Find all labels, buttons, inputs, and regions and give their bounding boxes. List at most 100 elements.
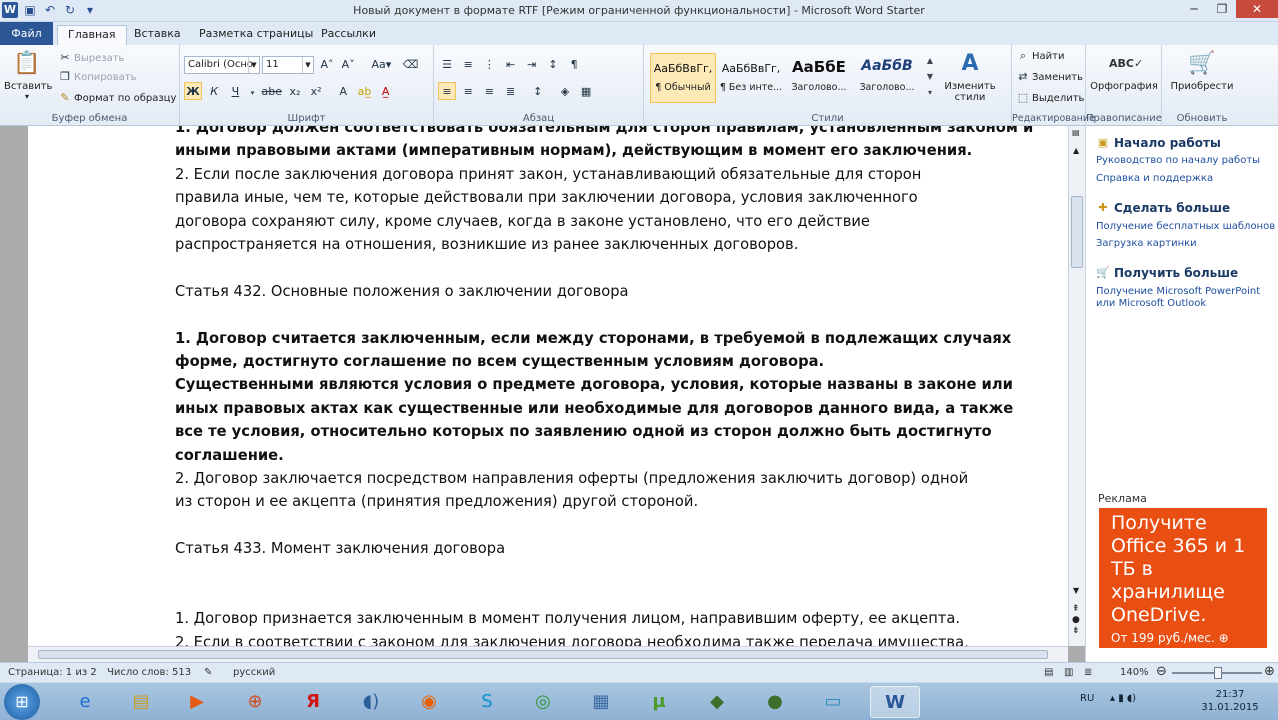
- internet-explorer-icon[interactable]: e: [60, 686, 110, 718]
- clear-formatting-icon[interactable]: ⌫: [402, 56, 420, 74]
- superscript-button[interactable]: x²: [307, 83, 325, 101]
- numbering-icon[interactable]: ≡: [459, 56, 477, 74]
- font-color-icon[interactable]: A̲: [377, 83, 395, 101]
- system-clock[interactable]: 21:37 31.01.2015: [1200, 688, 1260, 714]
- horizontal-scrollbar[interactable]: [28, 646, 1068, 662]
- tab-file[interactable]: Файл: [0, 22, 53, 45]
- link-free-templates[interactable]: Получение бесплатных шаблонов: [1096, 221, 1276, 233]
- word-taskbar-icon[interactable]: W: [870, 686, 920, 718]
- page-count[interactable]: Страница: 1 из 2: [8, 667, 97, 678]
- increase-indent-icon[interactable]: ⇥: [523, 56, 541, 74]
- document-line[interactable]: 2. Если после заключения договора принят…: [175, 163, 921, 186]
- pilcrow-icon[interactable]: ¶: [565, 56, 583, 74]
- shrink-font-icon[interactable]: A˅: [339, 56, 357, 74]
- sound-icon[interactable]: ◖): [346, 686, 396, 718]
- notes-icon[interactable]: ▭: [808, 686, 858, 718]
- style-heading-1[interactable]: АаБбЕ Заголово...: [786, 53, 852, 103]
- link-help-support[interactable]: Справка и поддержка: [1096, 173, 1276, 185]
- change-case-icon[interactable]: Аа▾: [368, 56, 394, 74]
- language-status[interactable]: русский: [233, 667, 275, 678]
- align-right-icon[interactable]: ≡: [480, 83, 498, 101]
- chrome-icon[interactable]: ◎: [518, 686, 568, 718]
- copy-button[interactable]: ❐ Копировать: [56, 68, 136, 86]
- font-size-combo[interactable]: 11 ▼: [262, 56, 314, 74]
- document-line[interactable]: распространяется на отношения, возникшие…: [175, 233, 798, 256]
- zoom-slider-thumb[interactable]: [1214, 667, 1222, 679]
- borders-icon[interactable]: ▦: [577, 83, 595, 101]
- style-normal[interactable]: АаБбВвГг, ¶ Обычный: [650, 53, 716, 103]
- zoom-out-icon[interactable]: ⊖: [1156, 664, 1167, 679]
- multilevel-list-icon[interactable]: ⋮: [480, 56, 498, 74]
- document-line[interactable]: Статья 433. Момент заключения договора: [175, 537, 505, 560]
- tray-language[interactable]: RU: [1080, 693, 1094, 704]
- document-line[interactable]: 1. Договор признается заключенным в моме…: [175, 607, 960, 630]
- file-explorer-icon[interactable]: ▤: [116, 686, 166, 718]
- decrease-indent-icon[interactable]: ⇤: [502, 56, 520, 74]
- chevron-down-icon[interactable]: ▾: [248, 84, 258, 102]
- document-line[interactable]: 2. Договор заключается посредством напра…: [175, 467, 968, 490]
- office-upload-icon[interactable]: ⊕: [230, 686, 280, 718]
- document-line[interactable]: все те условия, относительно которых по …: [175, 420, 992, 443]
- italic-button[interactable]: К: [205, 83, 223, 101]
- document-line[interactable]: иных правовых актах как существенные или…: [175, 397, 1013, 420]
- browse-object-icons[interactable]: ⇞ ● ⇟: [1072, 604, 1080, 637]
- zoom-level[interactable]: 140%: [1120, 667, 1149, 678]
- shading-icon[interactable]: ◈: [556, 83, 574, 101]
- close-button[interactable]: ✕: [1236, 0, 1278, 18]
- tray-icons[interactable]: ▴ ▮ ◖): [1110, 693, 1136, 704]
- document-line[interactable]: иными правовыми актами (императивным нор…: [175, 139, 972, 162]
- document-line[interactable]: договора сохраняют силу, кроме случаев, …: [175, 210, 870, 233]
- find-button[interactable]: ⌕ Найти: [1014, 47, 1065, 65]
- document-line[interactable]: Статья 432. Основные положения о заключе…: [175, 280, 629, 303]
- scroll-down-icon[interactable]: ▼: [1073, 586, 1079, 595]
- purchase-button[interactable]: 🛒 Приобрести: [1164, 49, 1240, 92]
- view-print-layout-icon[interactable]: ▤: [1044, 667, 1053, 678]
- view-full-screen-icon[interactable]: ▥: [1064, 667, 1073, 678]
- recorder-icon[interactable]: ●: [750, 686, 800, 718]
- ruler-toggle-icon[interactable]: ▤: [1072, 128, 1080, 137]
- select-button[interactable]: ⬚ Выделить: [1014, 89, 1085, 107]
- sort-icon[interactable]: ↕: [544, 56, 562, 74]
- line-spacing-icon[interactable]: ↕: [529, 83, 547, 101]
- firefox-icon[interactable]: ◉: [404, 686, 454, 718]
- document-line[interactable]: соглашение.: [175, 444, 284, 467]
- document-line[interactable]: 1. Договор должен соответствовать обязат…: [175, 126, 1033, 139]
- subscript-button[interactable]: x₂: [286, 83, 304, 101]
- control-panel-icon[interactable]: ▦: [576, 686, 626, 718]
- paste-button[interactable]: 📋 Вставить ▾: [4, 49, 52, 101]
- maximize-button[interactable]: ❐: [1208, 0, 1236, 18]
- zoom-in-icon[interactable]: ⊕: [1264, 664, 1275, 679]
- view-draft-icon[interactable]: ≣: [1084, 667, 1092, 678]
- text-effects-icon[interactable]: A: [334, 83, 352, 101]
- align-left-icon[interactable]: ≡: [438, 82, 456, 100]
- document-line[interactable]: форме, достигнуто соглашение по всем сущ…: [175, 350, 824, 373]
- minimize-button[interactable]: ─: [1180, 0, 1208, 18]
- game-icon[interactable]: ◆: [692, 686, 742, 718]
- document-line[interactable]: правила иные, чем те, которые действовал…: [175, 186, 918, 209]
- underline-button[interactable]: Ч: [226, 83, 244, 101]
- font-name-combo[interactable]: Calibri (Осно ▼: [184, 56, 260, 74]
- document-line[interactable]: из сторон и ее акцепта (принятия предлож…: [175, 490, 698, 513]
- proofing-status-icon[interactable]: ✎: [204, 667, 212, 678]
- strikethrough-button[interactable]: abe: [261, 83, 283, 101]
- document-page[interactable]: 1. Договор должен соответствовать обязат…: [28, 126, 1068, 662]
- format-painter-button[interactable]: ✎ Формат по образцу: [56, 89, 176, 107]
- replace-button[interactable]: ⇄ Заменить: [1014, 68, 1083, 86]
- tab-page-layout[interactable]: Разметка страницы: [189, 25, 323, 45]
- tab-insert[interactable]: Вставка: [124, 25, 191, 45]
- link-clip-art[interactable]: Загрузка картинки: [1096, 238, 1276, 250]
- styles-scroll[interactable]: ▲ ▼ ▾: [924, 53, 936, 103]
- horizontal-scroll-thumb[interactable]: [38, 650, 1048, 659]
- spelling-button[interactable]: ABC✓ Орфография: [1088, 49, 1160, 92]
- tab-mailings[interactable]: Рассылки: [311, 25, 386, 45]
- grow-font-icon[interactable]: A˄: [318, 56, 336, 74]
- vertical-scroll-thumb[interactable]: [1071, 196, 1083, 268]
- style-no-spacing[interactable]: АаБбВвГг, ¶ Без инте...: [718, 53, 784, 103]
- align-center-icon[interactable]: ≡: [459, 83, 477, 101]
- bold-button[interactable]: Ж: [184, 82, 202, 100]
- word-count[interactable]: Число слов: 513: [107, 667, 191, 678]
- style-heading-2[interactable]: АаБбВ Заголово...: [854, 53, 920, 103]
- scroll-up-icon[interactable]: ▲: [1073, 146, 1079, 155]
- media-player-icon[interactable]: ▶: [172, 686, 222, 718]
- cut-button[interactable]: ✂ Вырезать: [56, 49, 124, 67]
